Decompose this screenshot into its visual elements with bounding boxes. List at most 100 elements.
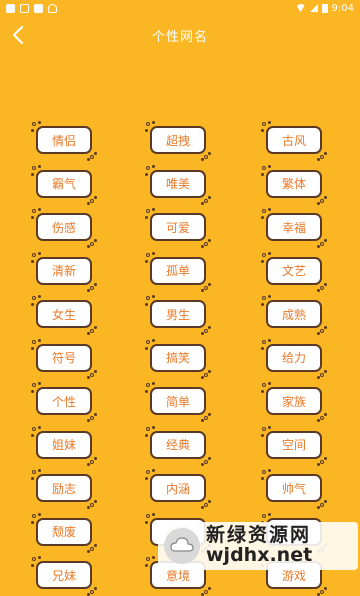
decor-dot [201, 462, 204, 466]
category-item[interactable]: 兄妹 [31, 556, 97, 596]
decor-dot [87, 158, 90, 161]
category-tag[interactable]: 古风 [266, 126, 322, 154]
category-label: 可爱 [165, 220, 190, 235]
category-tag[interactable]: 姐妹 [36, 430, 92, 459]
category-tag[interactable]: 颓废 [36, 517, 92, 546]
decor-dot [324, 152, 327, 155]
category-item[interactable]: 励志 [31, 469, 97, 509]
decor-dot [208, 326, 211, 329]
category-tag[interactable]: 霸气 [36, 169, 92, 198]
category-item[interactable]: 繁体 [261, 164, 327, 205]
decor-dot [204, 329, 208, 333]
category-tag[interactable]: 家族 [266, 387, 322, 415]
decor-dot [31, 564, 34, 567]
category-item[interactable]: 情侣 [31, 121, 97, 161]
category-item[interactable]: 孤单 [145, 251, 211, 292]
category-item[interactable]: 唯美 [145, 164, 211, 205]
decor-dot [32, 252, 36, 257]
category-item[interactable]: 文艺 [261, 251, 327, 292]
category-tag[interactable]: 励志 [36, 474, 92, 502]
category-label: 给力 [281, 351, 306, 365]
category-item[interactable]: 给力 [261, 338, 327, 379]
category-item[interactable]: 经典 [145, 425, 211, 466]
decor-dot [268, 251, 271, 255]
decor-dot [320, 459, 324, 464]
decor-dot [31, 259, 34, 263]
category-label: 繁体 [281, 177, 306, 191]
category-tag[interactable]: 唯美 [150, 169, 206, 198]
decor-dot [87, 375, 90, 379]
category-tag[interactable]: 内涵 [150, 474, 206, 502]
decor-dot [90, 372, 94, 377]
decor-dot [146, 470, 150, 474]
category-tag[interactable]: 情侣 [36, 126, 92, 154]
category-item[interactable]: 家族 [261, 382, 327, 422]
decor-dot [146, 252, 150, 257]
decor-dot [208, 239, 211, 242]
category-tag[interactable]: 个性 [36, 387, 92, 415]
category-tag[interactable]: 符号 [36, 343, 92, 372]
category-tag[interactable]: 可爱 [150, 213, 206, 241]
category-item[interactable]: 空间 [261, 425, 327, 466]
category-tag[interactable]: 清新 [36, 256, 92, 285]
decor-dot [320, 242, 324, 246]
decor-dot [38, 512, 41, 516]
category-item[interactable]: 女生 [31, 295, 97, 335]
category-tag[interactable]: 经典 [150, 430, 206, 459]
category-tag[interactable]: 繁体 [266, 169, 322, 198]
category-item[interactable]: 男生 [145, 295, 211, 335]
category-item[interactable]: 可爱 [145, 208, 211, 248]
category-item[interactable]: 成熟 [261, 295, 327, 335]
category-label: 古风 [281, 133, 306, 148]
decor-dot [38, 338, 41, 342]
decor-dot [324, 413, 327, 416]
category-label: 霸气 [51, 177, 76, 191]
decor-dot [94, 456, 97, 460]
category-item[interactable]: 搞笑 [145, 338, 211, 379]
category-item[interactable]: 幸福 [261, 208, 327, 248]
decor-dot [90, 590, 94, 594]
category-item[interactable]: 符号 [31, 338, 97, 379]
decor-dot [94, 369, 97, 373]
category-tag[interactable]: 超拽 [150, 126, 206, 154]
category-tag[interactable]: 给力 [266, 343, 322, 372]
category-tag[interactable]: 空间 [266, 430, 322, 459]
category-tag[interactable]: 简单 [150, 387, 206, 415]
category-tag[interactable]: 文艺 [266, 256, 322, 285]
status-left-icons [6, 3, 57, 13]
category-tag[interactable]: 伤感 [36, 213, 92, 241]
category-item[interactable]: 简单 [145, 382, 211, 422]
category-tag[interactable]: 女生 [36, 300, 92, 328]
category-item[interactable]: 内涵 [145, 469, 211, 509]
decor-dot [32, 165, 36, 170]
category-item[interactable]: 颓废 [31, 512, 97, 553]
category-item[interactable]: 古风 [261, 121, 327, 161]
category-tag[interactable]: 成熟 [266, 300, 322, 328]
category-item[interactable]: 姐妹 [31, 425, 97, 466]
category-tag[interactable]: 孤单 [150, 256, 206, 285]
category-label: 简单 [165, 394, 190, 409]
category-item[interactable]: 超拽 [145, 121, 211, 161]
decor-dot [262, 383, 266, 387]
category-tag[interactable]: 幸福 [266, 213, 322, 241]
category-item[interactable]: 个性 [31, 382, 97, 422]
category-tag[interactable]: 搞笑 [150, 343, 206, 372]
decor-dot [87, 245, 90, 248]
category-tag[interactable]: 男生 [150, 300, 206, 328]
decor-dot [32, 426, 36, 431]
category-item[interactable]: 霸气 [31, 164, 97, 205]
decor-dot [152, 512, 155, 516]
category-item[interactable]: 伤感 [31, 208, 97, 248]
decor-dot [145, 259, 148, 263]
category-item[interactable]: 清新 [31, 251, 97, 292]
category-tag[interactable]: 兄妹 [36, 561, 92, 589]
decor-dot [90, 546, 94, 551]
decor-dot [268, 382, 271, 385]
category-label: 符号 [51, 351, 76, 365]
category-tag[interactable]: 帅气 [266, 474, 322, 502]
status-bar: 9:04 [0, 0, 360, 16]
decor-dot [32, 296, 36, 300]
decor-dot [38, 382, 41, 385]
decor-dot [152, 251, 155, 255]
category-item[interactable]: 帅气 [261, 469, 327, 509]
